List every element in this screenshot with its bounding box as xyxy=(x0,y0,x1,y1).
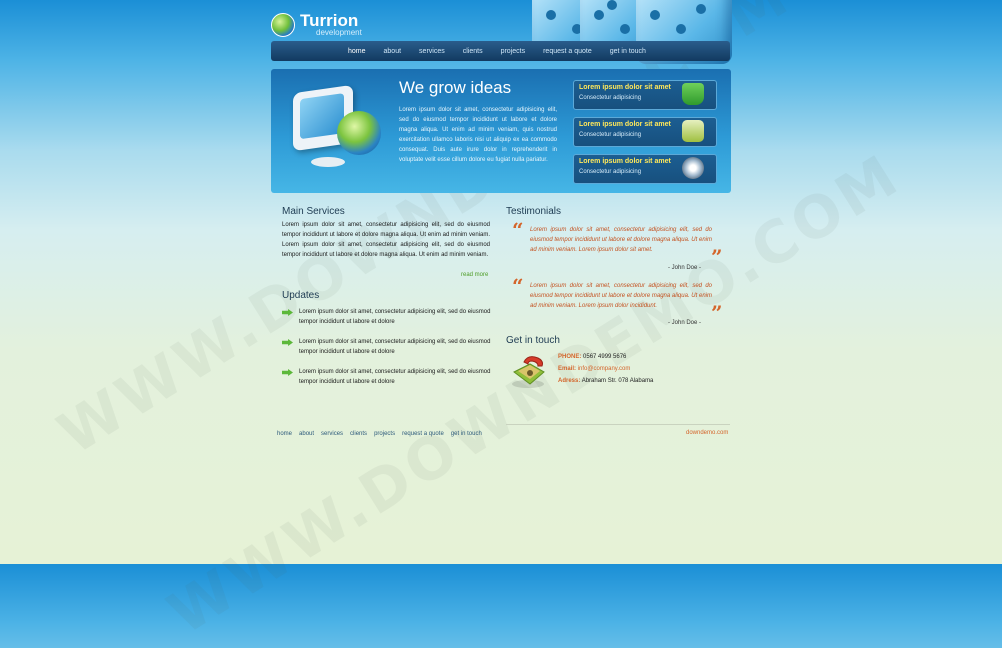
hero-title: We grow ideas xyxy=(399,78,512,97)
hero-box-subtitle: Consectetur adipisicing xyxy=(579,169,642,175)
globe-icon xyxy=(271,12,295,37)
hero-text: Lorem ipsum dolor sit amet, consectetur … xyxy=(399,107,557,163)
globe-icon xyxy=(337,111,381,155)
footer-link-home[interactable]: home xyxy=(277,431,292,437)
arrow-right-icon xyxy=(282,369,293,376)
close-quote-icon: ” xyxy=(711,301,723,325)
site-subtitle: development xyxy=(316,28,362,37)
arrow-right-icon xyxy=(282,339,293,346)
hero-box-title: Lorem ipsum dolor sit amet xyxy=(579,121,671,128)
nav-item-home[interactable]: home xyxy=(348,48,366,55)
footer-link-about[interactable]: about xyxy=(299,431,314,437)
main-services-heading: Main Services xyxy=(282,206,345,217)
footer-link-projects[interactable]: projects xyxy=(374,431,395,437)
footer-nav: home about services clients projects req… xyxy=(277,431,489,437)
hero-feature-box[interactable]: Lorem ipsum dolor sit amet Consectetur a… xyxy=(573,154,717,184)
nav-item-request-a-quote[interactable]: request a quote xyxy=(543,48,592,55)
email-label: Email: xyxy=(558,366,577,372)
read-more-link[interactable]: read more xyxy=(461,272,488,278)
footer-divider xyxy=(506,424,730,425)
testimonials-heading: Testimonials xyxy=(506,206,562,217)
footer-link-get-in-touch[interactable]: get in touch xyxy=(451,431,482,437)
footer-link-clients[interactable]: clients xyxy=(350,431,367,437)
hero-box-subtitle: Consectetur adipisicing xyxy=(579,95,642,101)
telephone-icon xyxy=(510,354,548,390)
main-services-text: Lorem ipsum dolor sit amet, consectetur … xyxy=(282,222,490,258)
laptop-icon xyxy=(682,120,704,142)
hero-box-subtitle: Consectetur adipisicing xyxy=(579,132,642,138)
footer-link-services[interactable]: services xyxy=(321,431,343,437)
nav-item-get-in-touch[interactable]: get in touch xyxy=(610,48,646,55)
hero-banner: We grow ideas Lorem ipsum dolor sit amet… xyxy=(271,69,731,193)
contact-phone: PHONE: 0567 4999 5676 xyxy=(558,354,626,360)
hero-box-title: Lorem ipsum dolor sit amet xyxy=(579,84,671,91)
address-value: Abraham Str. 078 Alabama xyxy=(581,378,654,384)
update-text: Lorem ipsum dolor sit amet, consectetur … xyxy=(299,309,491,325)
open-quote-icon: “ xyxy=(512,218,524,242)
contact-address: Adress: Abraham Str. 078 Alabama xyxy=(558,378,653,384)
phone-value: 0567 4999 5676 xyxy=(583,354,627,360)
contact-email: Email: info@company.com xyxy=(558,366,630,372)
phone-label: PHONE: xyxy=(558,354,582,360)
nav-item-projects[interactable]: projects xyxy=(501,48,526,55)
testimonial-author: - John Doe - xyxy=(668,320,702,326)
eye-icon xyxy=(682,157,704,179)
arrow-right-icon xyxy=(282,309,293,316)
open-quote-icon: “ xyxy=(512,274,524,298)
nav-item-services[interactable]: services xyxy=(419,48,445,55)
testimonial-text: Lorem ipsum dolor sit amet, consectetur … xyxy=(530,283,712,309)
cup-icon xyxy=(682,83,704,105)
updates-heading: Updates xyxy=(282,290,320,301)
close-quote-icon: ” xyxy=(711,245,723,269)
testimonial-text: Lorem ipsum dolor sit amet, consectetur … xyxy=(530,227,712,253)
hero-feature-box[interactable]: Lorem ipsum dolor sit amet Consectetur a… xyxy=(573,117,717,147)
address-label: Adress: xyxy=(558,378,581,384)
email-link[interactable]: info@company.com xyxy=(578,366,631,372)
testimonial-author: - John Doe - xyxy=(668,265,702,271)
main-nav: home about services clients projects req… xyxy=(271,41,730,61)
hero-feature-box[interactable]: Lorem ipsum dolor sit amet Consectetur a… xyxy=(573,80,717,110)
nav-item-about[interactable]: about xyxy=(384,48,402,55)
contact-heading: Get in touch xyxy=(506,335,560,346)
update-text: Lorem ipsum dolor sit amet, consectetur … xyxy=(299,339,491,355)
site-logo[interactable]: Turrion development xyxy=(271,12,362,37)
nav-item-clients[interactable]: clients xyxy=(463,48,483,55)
hero-box-title: Lorem ipsum dolor sit amet xyxy=(579,158,671,165)
footer-link-request-a-quote[interactable]: request a quote xyxy=(402,431,444,437)
footer-credit-link[interactable]: downdemo.com xyxy=(686,430,728,436)
site-title: Turrion xyxy=(300,11,359,30)
update-text: Lorem ipsum dolor sit amet, consectetur … xyxy=(299,369,491,385)
